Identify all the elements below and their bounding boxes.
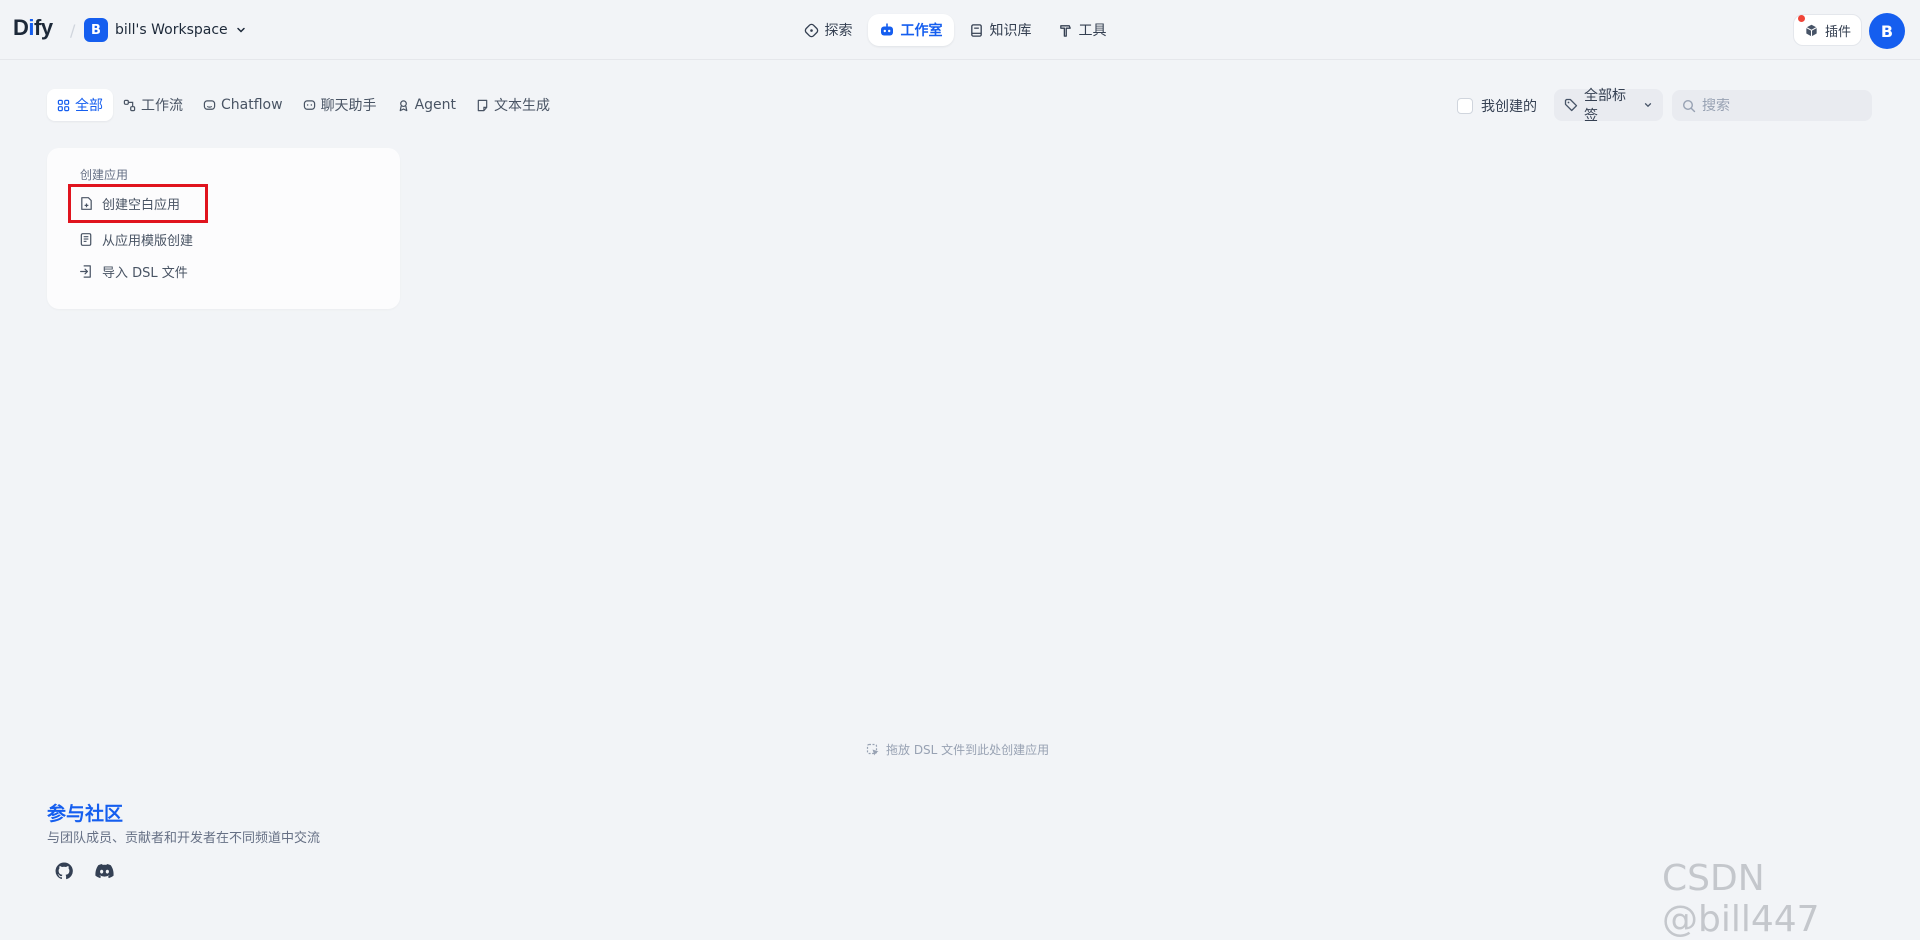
drop-dsl-hint: 拖放 DSL 文件到此处创建应用	[866, 741, 1049, 758]
document-icon	[476, 99, 489, 112]
main-nav: 探索 工作室 知识库 工具	[0, 14, 1920, 46]
create-app-title: 创建应用	[80, 168, 129, 182]
grid-icon	[57, 99, 70, 112]
search-icon	[1682, 99, 1696, 113]
tab-chat-assistant[interactable]: 聊天助手	[293, 89, 387, 121]
created-by-me-checkbox[interactable]	[1457, 98, 1473, 114]
import-icon	[79, 264, 94, 279]
compass-icon	[804, 23, 819, 38]
github-link[interactable]	[49, 859, 79, 883]
file-drop-icon	[866, 743, 880, 757]
tab-text-generation[interactable]: 文本生成	[466, 89, 560, 121]
template-icon	[79, 232, 94, 247]
import-dsl-button[interactable]: 导入 DSL 文件	[79, 259, 188, 283]
nav-tools[interactable]: 工具	[1047, 14, 1118, 46]
create-from-template-button[interactable]: 从应用模版创建	[79, 227, 193, 251]
created-by-me-filter[interactable]: 我创建的	[1457, 96, 1537, 116]
book-icon	[969, 23, 984, 38]
hammer-icon	[1058, 23, 1073, 38]
workflow-icon	[123, 99, 136, 112]
search-box[interactable]	[1672, 90, 1872, 121]
tab-workflow[interactable]: 工作流	[113, 89, 193, 121]
tab-chatflow[interactable]: Chatflow	[193, 89, 293, 121]
plugins-button[interactable]: 插件	[1793, 14, 1863, 46]
community-title: 参与社区	[47, 803, 124, 825]
nav-explore[interactable]: 探索	[793, 14, 864, 46]
user-avatar[interactable]: B	[1869, 13, 1905, 49]
discord-icon	[94, 863, 114, 879]
chat-icon	[303, 99, 316, 112]
tag-filter-dropdown[interactable]: 全部标签	[1554, 88, 1663, 124]
chatflow-icon	[203, 99, 216, 112]
create-app-card: 创建应用 创建空白应用 从应用模版创建 导入 DSL 文件	[47, 148, 400, 309]
tab-all[interactable]: 全部	[47, 89, 113, 121]
robot-icon	[879, 22, 895, 38]
search-input[interactable]	[1702, 97, 1862, 114]
create-blank-app-button[interactable]: 创建空白应用	[79, 191, 180, 215]
discord-link[interactable]	[89, 859, 119, 883]
blank-file-plus-icon	[79, 196, 94, 211]
community-subtitle: 与团队成员、贡献者和开发者在不同频道中交流	[47, 831, 321, 846]
top-header: Dify / B bill's Workspace 探索 工作室 知识库 工具 …	[0, 0, 1920, 60]
tag-icon	[1564, 98, 1578, 112]
app-type-tabs: 全部 工作流 Chatflow 聊天助手 Agent 文本生成	[47, 89, 560, 121]
agent-icon	[397, 99, 410, 112]
notification-dot	[1798, 15, 1805, 22]
nav-knowledge[interactable]: 知识库	[958, 14, 1043, 46]
tab-agent[interactable]: Agent	[387, 89, 466, 121]
github-icon	[55, 862, 73, 880]
nav-studio[interactable]: 工作室	[867, 14, 954, 46]
chevron-down-icon	[1643, 100, 1653, 110]
cube-icon	[1804, 23, 1819, 38]
watermark-text: CSDN @bill447	[1662, 858, 1820, 940]
